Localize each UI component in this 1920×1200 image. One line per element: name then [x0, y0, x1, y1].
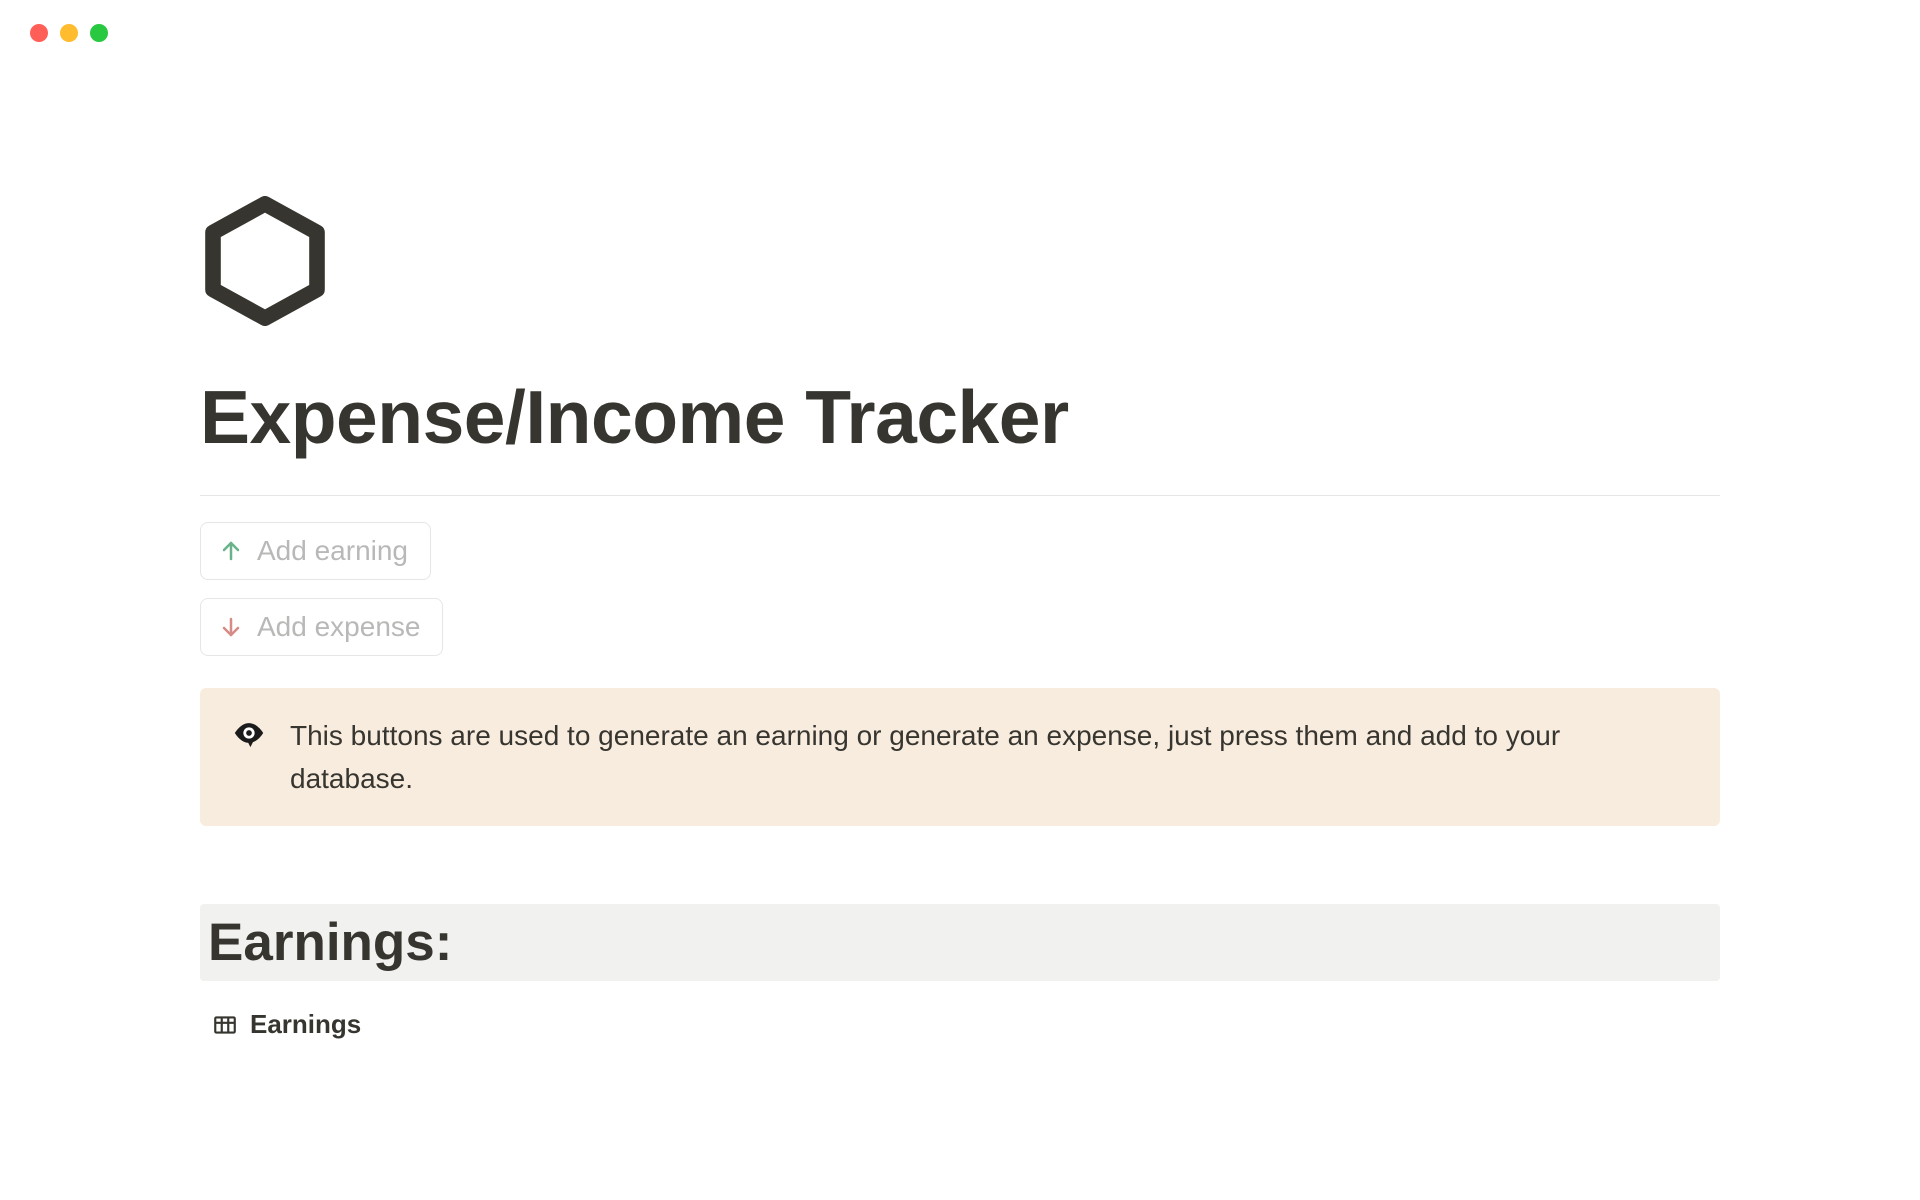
eye-icon: [232, 716, 266, 801]
earnings-view-tab[interactable]: Earnings: [200, 1009, 1720, 1040]
add-earning-button[interactable]: Add earning: [200, 522, 431, 580]
page-title: Expense/Income Tracker: [200, 376, 1720, 459]
earnings-view-label: Earnings: [250, 1009, 361, 1040]
arrow-down-icon: [219, 615, 243, 639]
hexagon-icon: [200, 196, 1720, 326]
earnings-heading-block: Earnings:: [200, 904, 1720, 981]
window-close-button[interactable]: [30, 24, 48, 42]
divider: [200, 495, 1720, 496]
page-icon[interactable]: [200, 196, 1720, 326]
add-expense-label: Add expense: [257, 611, 420, 643]
add-earning-label: Add earning: [257, 535, 408, 567]
arrow-up-icon: [219, 539, 243, 563]
window-minimize-button[interactable]: [60, 24, 78, 42]
add-expense-button[interactable]: Add expense: [200, 598, 443, 656]
window-maximize-button[interactable]: [90, 24, 108, 42]
table-icon: [212, 1012, 238, 1038]
callout-text: This buttons are used to generate an ear…: [290, 714, 1688, 801]
callout-block: This buttons are used to generate an ear…: [200, 688, 1720, 827]
earnings-heading: Earnings:: [208, 912, 1712, 973]
window-controls: [0, 0, 1920, 66]
